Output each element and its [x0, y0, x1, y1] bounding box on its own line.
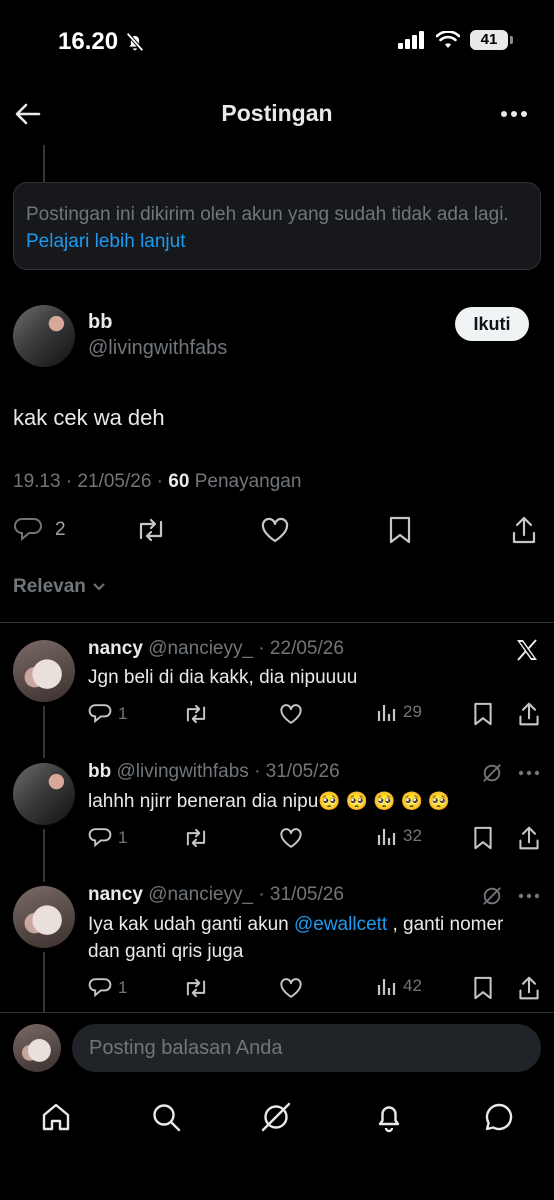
notice-text: Postingan ini dikirim oleh akun yang sud… [26, 204, 509, 225]
reply-header: nancy @nancieyy_ · 22/05/26 [88, 638, 344, 660]
search-icon[interactable] [150, 1101, 182, 1133]
more-dots-icon[interactable] [500, 106, 530, 122]
divider [0, 1012, 554, 1013]
reply-count: 1 [118, 704, 128, 723]
divider [0, 622, 554, 623]
reply-icon [88, 978, 112, 998]
bell-muted-icon [126, 32, 144, 52]
reply-action[interactable]: 2 [13, 516, 66, 544]
page-title: Postingan [221, 100, 333, 126]
views-chart-icon [377, 829, 396, 845]
views-count: 29 [403, 702, 422, 721]
like-icon[interactable] [279, 702, 303, 726]
status-time: 16.20 [58, 28, 146, 56]
messages-icon[interactable] [483, 1101, 515, 1133]
repost-icon[interactable] [135, 516, 167, 544]
mention-link[interactable]: @ewallcett [294, 914, 387, 935]
reply-icon [88, 828, 112, 848]
avatar[interactable] [13, 886, 75, 948]
grok-icon[interactable] [481, 762, 503, 784]
reply-action[interactable]: 1 [88, 702, 127, 726]
reply-icon [88, 704, 112, 724]
repost-icon[interactable] [183, 702, 209, 726]
avatar[interactable] [13, 305, 75, 367]
views-chart-icon [377, 705, 396, 721]
avatar[interactable] [13, 763, 75, 825]
like-icon[interactable] [279, 826, 303, 850]
x-logo-icon [517, 639, 537, 661]
author-name[interactable]: bb [88, 311, 112, 334]
views-action[interactable]: 29 [377, 702, 422, 722]
reply-header: nancy @nancieyy_ · 31/05/26 [88, 884, 344, 906]
more-dots-icon[interactable] [518, 893, 540, 899]
grok-icon[interactable] [260, 1101, 292, 1133]
bookmark-icon[interactable] [472, 975, 494, 1001]
bookmark-icon[interactable] [387, 515, 413, 545]
views-count: 60 [168, 471, 190, 492]
composer-avatar [13, 1024, 61, 1072]
more-dots-icon[interactable] [518, 770, 540, 776]
share-icon[interactable] [517, 825, 541, 851]
reply-count: 1 [118, 828, 128, 847]
cellular-signal-icon [398, 31, 424, 49]
reply-action[interactable]: 1 [88, 826, 127, 850]
like-icon[interactable] [279, 976, 303, 1000]
reply-author-name[interactable]: nancy [88, 638, 143, 659]
sort-dropdown[interactable]: Relevan [13, 576, 106, 598]
reply-handle-date: @nancieyy_ · 22/05/26 [148, 638, 344, 659]
views-action[interactable]: 32 [377, 826, 422, 846]
thread-connector [43, 706, 45, 758]
views-count: 42 [403, 976, 422, 995]
post-meta: 19.13 · 21/05/26 · 60 Penayangan [13, 471, 301, 493]
battery-indicator: 41 [470, 30, 513, 50]
reply-text-body: lahhh njirr beneran dia nipu [88, 791, 319, 812]
deleted-account-notice: Postingan ini dikirim oleh akun yang sud… [13, 182, 541, 270]
notifications-icon[interactable] [373, 1101, 405, 1133]
bookmark-icon[interactable] [472, 825, 494, 851]
reply-author-name[interactable]: bb [88, 761, 111, 782]
reply-count: 2 [55, 519, 66, 540]
emoji-pleading-face: 🥺 🥺 🥺 🥺 🥺 [318, 791, 451, 811]
thread-connector [43, 952, 45, 1012]
status-right: 41 [398, 30, 513, 50]
reply-text: Iya kak udah ganti akun @ewallcett , gan… [88, 911, 508, 965]
views-count: 32 [403, 826, 422, 845]
reply-icon [14, 518, 42, 542]
thread-connector [43, 829, 45, 882]
views-chart-icon [377, 979, 396, 995]
chevron-down-icon [93, 583, 105, 591]
reply-handle-date: @nancieyy_ · 31/05/26 [148, 884, 344, 905]
learn-more-link[interactable]: Pelajari lebih lanjut [26, 231, 186, 252]
follow-button[interactable]: Ikuti [455, 307, 529, 341]
author-handle[interactable]: @livingwithfabs [88, 337, 227, 360]
reply-count: 1 [118, 978, 128, 997]
share-icon[interactable] [517, 701, 541, 727]
post-timestamp: 19.13 · 21/05/26 · [13, 471, 169, 492]
share-icon[interactable] [510, 515, 538, 545]
post-text: kak cek wa deh [13, 405, 165, 430]
views-label: Penayangan [189, 471, 302, 492]
reply-header: bb @livingwithfabs · 31/05/26 [88, 761, 340, 783]
reply-text: lahhh njirr beneran dia nipu🥺 🥺 🥺 🥺 🥺 [88, 788, 450, 815]
reply-text-prefix: Iya kak udah ganti akun [88, 914, 294, 935]
repost-icon[interactable] [183, 826, 209, 850]
sort-label: Relevan [13, 576, 86, 597]
like-icon[interactable] [260, 516, 290, 544]
bookmark-icon[interactable] [472, 701, 494, 727]
grok-icon[interactable] [481, 885, 503, 907]
avatar[interactable] [13, 640, 75, 702]
reply-composer-input[interactable]: Posting balasan Anda [72, 1024, 541, 1072]
reply-handle-date: @livingwithfabs · 31/05/26 [116, 761, 340, 782]
reply-action[interactable]: 1 [88, 976, 127, 1000]
repost-icon[interactable] [183, 976, 209, 1000]
status-time-text: 16.20 [58, 28, 119, 55]
reply-text: Jgn beli di dia kakk, dia nipuuuu [88, 667, 358, 688]
thread-connector [43, 145, 45, 182]
reply-author-name[interactable]: nancy [88, 884, 143, 905]
views-action[interactable]: 42 [377, 976, 422, 996]
home-icon[interactable] [40, 1101, 72, 1133]
share-icon[interactable] [517, 975, 541, 1001]
wifi-icon [436, 31, 460, 48]
